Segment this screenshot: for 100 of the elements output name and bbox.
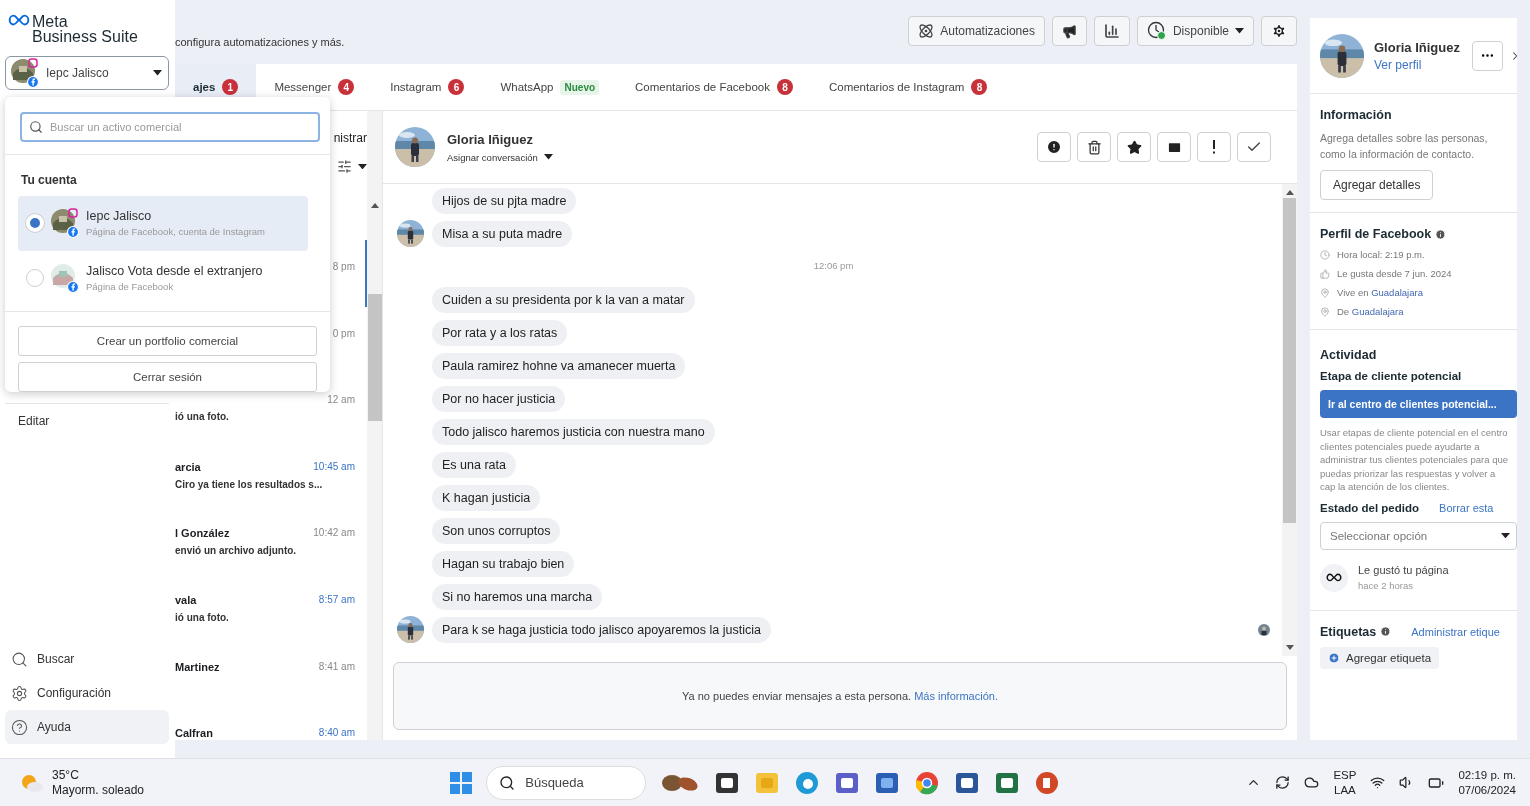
activity-title: Le gustó tu página — [1358, 564, 1449, 576]
section-title: Etiquetas — [1320, 624, 1377, 639]
plus-circle-icon — [1328, 651, 1340, 664]
sidebar-item[interactable]: Configuración — [5, 676, 169, 710]
scrollbar[interactable] — [1282, 184, 1297, 656]
message-bubble: Si no haremos una marcha — [432, 583, 603, 610]
megaphone-icon — [1061, 23, 1077, 39]
bar-chart-button[interactable] — [1093, 16, 1130, 46]
keyboard-layout[interactable]: LAA — [1334, 782, 1356, 798]
language-code[interactable]: ESP — [1333, 767, 1357, 783]
settings-button[interactable] — [1261, 16, 1297, 46]
scrollbar-thumb[interactable] — [1283, 197, 1296, 523]
tab[interactable]: WhatsApp Nuevo — [482, 64, 618, 110]
spam-button[interactable] — [1037, 132, 1071, 162]
seen-avatar-icon — [1258, 623, 1270, 636]
sidebar-item[interactable]: Ayuda — [5, 710, 169, 744]
caret-icon — [1235, 28, 1244, 34]
section-title: Perfil de Facebook — [1320, 227, 1432, 241]
status-dropdown[interactable]: Disponible — [1136, 16, 1254, 46]
exclamation-button[interactable] — [1197, 132, 1231, 162]
sidebar-item[interactable]: Buscar — [5, 642, 169, 676]
place-icon — [1320, 287, 1330, 298]
scroll-up-icon[interactable] — [370, 203, 379, 208]
account-name: Jalisco Vota desde el extranjero — [86, 263, 263, 278]
account-selector[interactable]: Iepc Jalisco — [5, 56, 169, 90]
order-status-select[interactable]: Seleccionar opción — [1320, 521, 1517, 550]
add-tag-button[interactable]: Agregar etiqueta — [1320, 646, 1440, 669]
clear-link[interactable]: Borrar esta — [1439, 501, 1494, 514]
scroll-down-icon[interactable] — [1285, 645, 1294, 650]
chrome-icon[interactable] — [914, 769, 941, 796]
clock-date[interactable]: 07/06/2024 — [1458, 782, 1516, 798]
edit-link[interactable]: Editar — [5, 403, 169, 438]
message-time: 8:41 am — [318, 660, 355, 673]
scrollbar[interactable] — [367, 111, 382, 740]
taskbar-search[interactable]: Búsqueda — [486, 765, 647, 800]
browser-icon[interactable] — [794, 769, 821, 796]
radio-button[interactable] — [26, 268, 44, 287]
count-badge: 8 — [971, 79, 988, 95]
lead-center-button[interactable]: Ir al centro de clientes potencial... — [1320, 390, 1517, 418]
count-badge: 4 — [338, 79, 355, 95]
contact-name: Martinez — [175, 660, 220, 673]
more-info-link[interactable]: Más información. — [914, 690, 998, 702]
message-bubble: Misa a su puta madre — [432, 220, 573, 247]
automations-button[interactable]: Automatizaciones — [908, 16, 1045, 46]
megaphone-button[interactable] — [1051, 16, 1087, 46]
conversation-item[interactable]: Calfran 8:40 am — [175, 706, 367, 740]
assign-dropdown[interactable]: Asignar conversación — [447, 151, 553, 163]
logout-button[interactable]: Cerrar sesión — [18, 362, 317, 392]
settings-icon — [11, 684, 28, 702]
lead-description: Usar etapas de cliente potencial en el centro clientes potenciales puede ayudarte a administrar tus clientes potenciales para que puedas priorizar las respuestas y volver a cap la atención de los clientes. — [1320, 426, 1509, 494]
conversation-item[interactable]: l González 10:42 am envió un archivo adjunto. — [175, 506, 367, 573]
tab[interactable]: Messenger 4 — [256, 64, 373, 110]
manage-link[interactable]: nistrar — [333, 131, 367, 145]
brand-name: Meta — [32, 14, 69, 29]
trash-icon — [1086, 139, 1102, 155]
conversation-item[interactable]: arcia 10:45 am Ciro ya tiene los resultados s... — [175, 439, 367, 507]
account-option[interactable]: Iepc Jalisco Página de Facebook, cuenta de Instagram — [18, 196, 308, 251]
infinity-logo-icon — [1326, 573, 1342, 582]
conversation-item[interactable]: vala 8:57 am ió una foto. — [175, 572, 367, 640]
scrollbar-thumb[interactable] — [367, 294, 382, 421]
star-button[interactable] — [1117, 132, 1151, 162]
windows-start-icon[interactable] — [450, 771, 473, 794]
add-details-button[interactable]: Agregar detalles — [1320, 170, 1434, 200]
search-field[interactable]: Buscar un activo comercial — [20, 112, 320, 142]
wifi-icon — [1370, 775, 1386, 790]
message-time: 12 am — [327, 394, 355, 406]
delete-button[interactable] — [1077, 132, 1111, 162]
message-preview: envió un archivo adjunto. — [175, 545, 298, 557]
done-button[interactable] — [1237, 132, 1271, 162]
manage-tags-link[interactable]: Administrar etique — [1411, 625, 1500, 638]
message-bubble: K hagan justicia — [432, 484, 541, 511]
message-preview: ió una foto. — [175, 411, 230, 423]
location-link[interactable]: Guadalajara — [1371, 287, 1423, 298]
location-link[interactable]: Guadalajara — [1351, 306, 1404, 317]
count-badge: 6 — [448, 79, 465, 95]
message-bubble: Son unos corruptos — [432, 517, 561, 544]
scroll-up-icon[interactable] — [1285, 190, 1294, 195]
caret-icon — [358, 163, 367, 170]
tab[interactable]: Instagram 6 — [372, 64, 483, 110]
powerpoint-icon[interactable] — [1034, 769, 1061, 796]
search-icon — [11, 650, 28, 668]
contact-name: vala — [175, 593, 197, 606]
message-bubble: Paula ramirez hohne va amanecer muerta — [432, 352, 686, 379]
info-icon — [1380, 626, 1392, 637]
tab[interactable]: Comentarios de Instagram 8 — [810, 64, 1006, 110]
caret-icon — [153, 70, 162, 76]
weather-icon — [20, 772, 44, 793]
section-title: Información — [1320, 108, 1393, 122]
bar-chart-icon — [1103, 23, 1120, 39]
tab[interactable]: Comentarios de Facebook 8 — [617, 64, 811, 110]
message-preview: Ciro ya tiene los resultados s... — [175, 478, 324, 490]
account-option[interactable]: Jalisco Vota desde el extranjero Página de Facebook — [18, 250, 308, 305]
mail-button[interactable] — [1157, 132, 1191, 162]
clock-time[interactable]: 02:19 p. m. — [1458, 767, 1516, 783]
section-title: Actividad — [1320, 348, 1378, 362]
conversation-item[interactable]: Martinez 8:41 am — [175, 639, 367, 707]
view-profile-link[interactable]: Ver perfil — [1374, 57, 1422, 72]
message-bubble: Hagan su trabajo bien — [432, 550, 575, 577]
create-portfolio-button[interactable]: Crear un portfolio comercial — [18, 326, 317, 356]
contact-name: Gloria Iñiguez — [1374, 39, 1460, 55]
